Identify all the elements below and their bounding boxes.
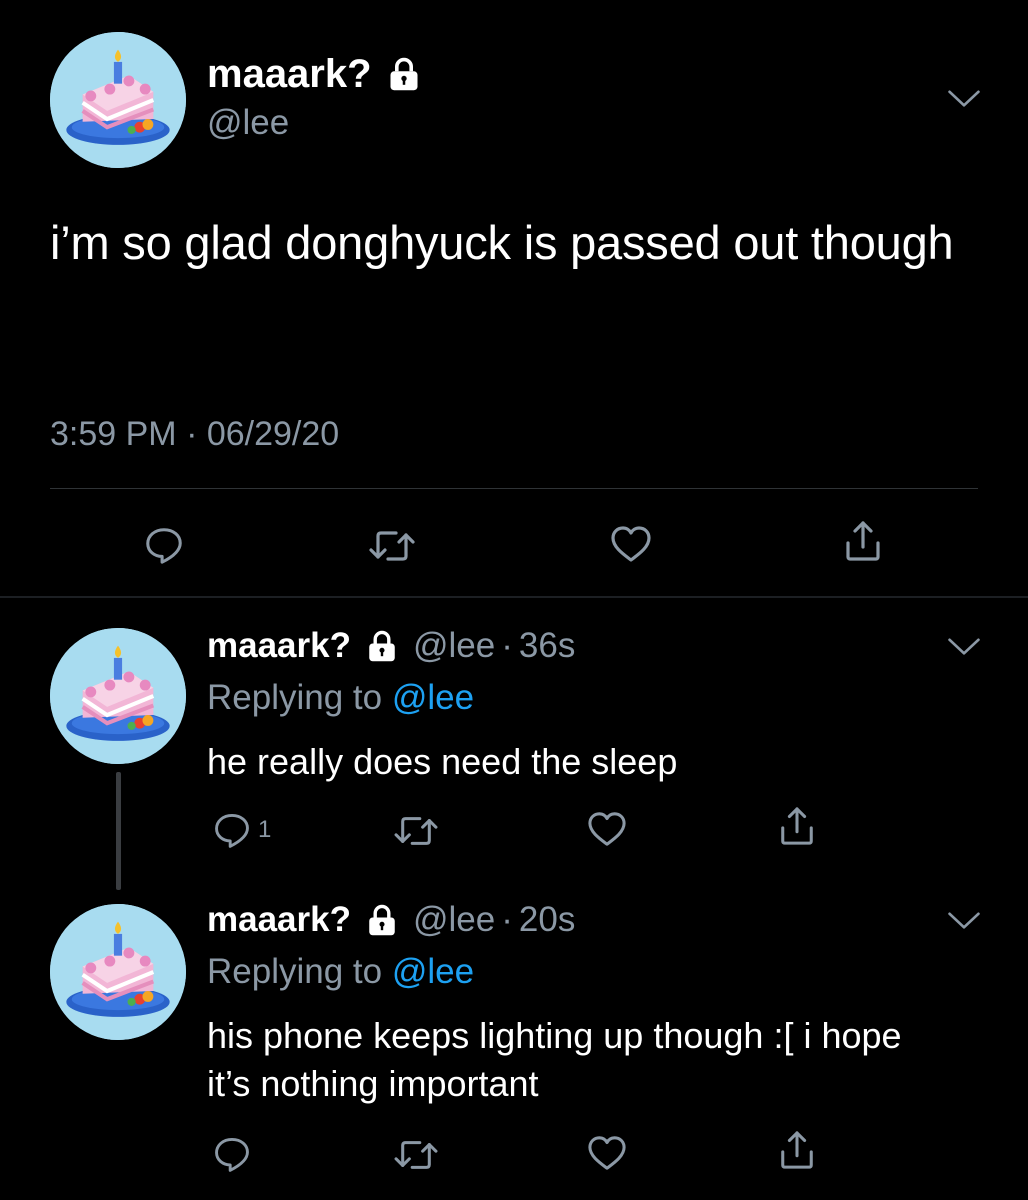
like-icon bbox=[586, 810, 628, 848]
like-icon bbox=[609, 524, 653, 564]
author-name[interactable]: maaark? bbox=[207, 50, 422, 98]
replying-to: Replying to @lee bbox=[207, 676, 474, 720]
retweet-button[interactable] bbox=[368, 526, 416, 566]
like-icon bbox=[586, 1134, 628, 1172]
lock-icon bbox=[386, 55, 422, 93]
reply-icon bbox=[212, 810, 252, 850]
thread-line bbox=[116, 772, 121, 890]
avatar[interactable] bbox=[50, 32, 186, 168]
reply-button[interactable]: 1 bbox=[212, 810, 271, 850]
author-handle[interactable]: @lee bbox=[413, 898, 495, 942]
lock-icon bbox=[365, 628, 399, 664]
reply-button[interactable] bbox=[143, 524, 185, 566]
reply-age[interactable]: 36s bbox=[519, 624, 575, 668]
share-button[interactable] bbox=[778, 804, 816, 848]
like-button[interactable] bbox=[609, 524, 653, 564]
retweet-button[interactable] bbox=[393, 812, 439, 850]
reply-header: maaark? @lee · 20s bbox=[207, 898, 575, 942]
tweet-timestamp[interactable]: 3:59 PM · 06/29/20 bbox=[50, 412, 339, 456]
replying-prefix: Replying to bbox=[207, 678, 392, 717]
cake-avatar-image bbox=[50, 32, 186, 168]
cake-avatar-image bbox=[50, 904, 186, 1040]
reply-header: maaark? @lee · 36s bbox=[207, 624, 575, 668]
mention-link[interactable]: @lee bbox=[392, 952, 474, 991]
share-button[interactable] bbox=[778, 1128, 816, 1172]
retweet-button[interactable] bbox=[393, 1136, 439, 1174]
chevron-down-icon[interactable] bbox=[946, 636, 982, 658]
separator-dot: · bbox=[501, 900, 513, 939]
share-icon bbox=[778, 804, 816, 848]
section-divider bbox=[0, 596, 1028, 598]
display-name[interactable]: maaark? bbox=[207, 898, 351, 942]
reply-age[interactable]: 20s bbox=[519, 898, 575, 942]
author-handle[interactable]: @lee bbox=[207, 102, 289, 144]
share-icon bbox=[843, 518, 883, 564]
display-name: maaark? bbox=[207, 52, 372, 96]
avatar[interactable] bbox=[50, 904, 186, 1040]
chevron-down-icon[interactable] bbox=[946, 910, 982, 932]
tweet-text: i’m so glad donghyuck is passed out thou… bbox=[50, 216, 954, 269]
like-button[interactable] bbox=[586, 1134, 628, 1172]
cake-avatar-image bbox=[50, 628, 186, 764]
share-icon bbox=[778, 1128, 816, 1172]
reply-icon bbox=[212, 1134, 252, 1174]
reply-button[interactable] bbox=[212, 1134, 252, 1174]
retweet-icon bbox=[393, 1136, 439, 1174]
author-handle[interactable]: @lee bbox=[413, 624, 495, 668]
retweet-icon bbox=[368, 526, 416, 566]
reply-icon bbox=[143, 524, 185, 566]
divider bbox=[50, 488, 978, 489]
replying-prefix: Replying to bbox=[207, 952, 392, 991]
separator-dot: · bbox=[501, 626, 513, 665]
retweet-icon bbox=[393, 812, 439, 850]
lock-icon bbox=[365, 902, 399, 938]
tweet-text: he really does need the sleep bbox=[207, 741, 678, 782]
reply-count: 1 bbox=[258, 816, 272, 843]
like-button[interactable] bbox=[586, 810, 628, 848]
display-name[interactable]: maaark? bbox=[207, 624, 351, 668]
chevron-down-icon[interactable] bbox=[946, 88, 982, 110]
avatar[interactable] bbox=[50, 628, 186, 764]
replying-to: Replying to @lee bbox=[207, 950, 474, 994]
mention-link[interactable]: @lee bbox=[392, 678, 474, 717]
tweet-text: his phone keeps lighting up though :[ i … bbox=[207, 1015, 902, 1104]
share-button[interactable] bbox=[843, 518, 883, 564]
